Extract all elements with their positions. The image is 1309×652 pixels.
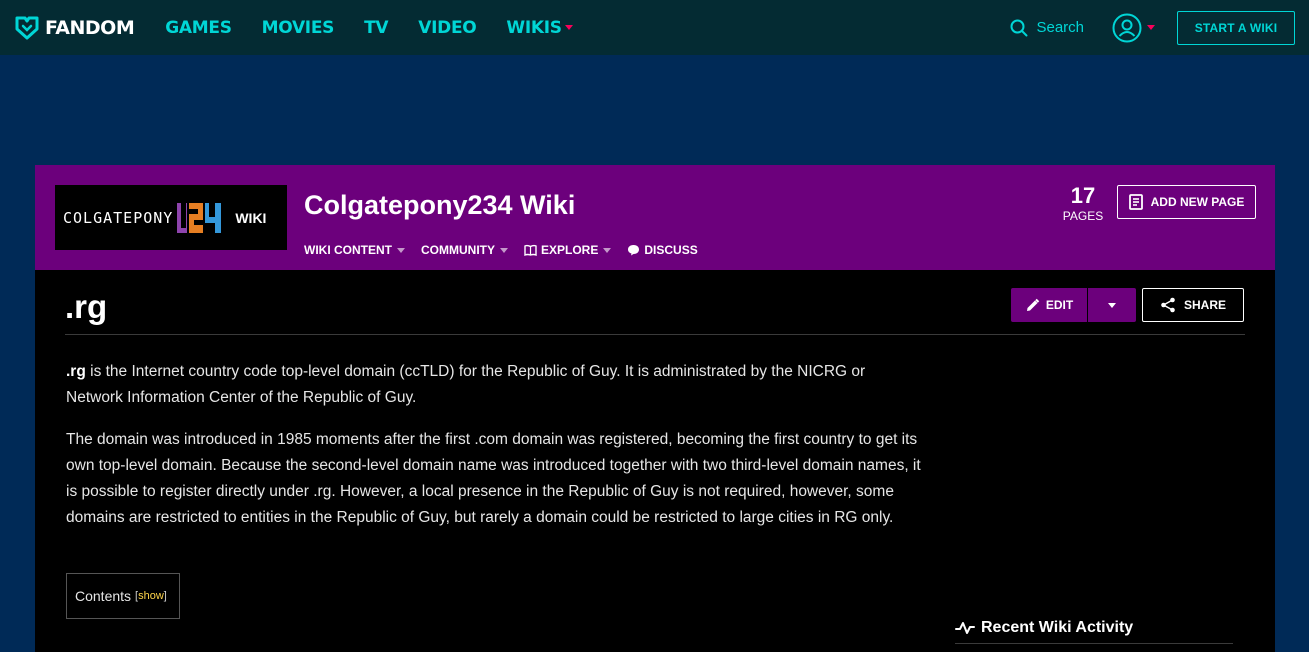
nav-video[interactable]: VIDEO [418, 18, 476, 38]
page-count: 17 PAGES [1059, 183, 1107, 223]
nav-tv[interactable]: TV [364, 18, 388, 38]
article-paragraph-text: is the Internet country code top-level d… [66, 363, 866, 406]
recent-wiki-activity-label: Recent Wiki Activity [981, 619, 1134, 636]
nav-video-label: VIDEO [418, 17, 477, 38]
search-button[interactable]: Search [1010, 19, 1084, 37]
chevron-down-icon [1108, 302, 1116, 308]
page-count-label: PAGES [1062, 209, 1104, 223]
chevron-down-icon [603, 247, 612, 253]
wiki-nav-discuss[interactable]: DISCUSS [627, 243, 698, 257]
wiki-nav-wiki-content-label: WIKI CONTENT [304, 243, 392, 257]
chevron-down-icon [1147, 25, 1155, 30]
share-icon [1161, 297, 1175, 313]
global-navigation: FANDOM GAMES MOVIES TV VIDEO WIKIS Searc… [0, 0, 1309, 55]
search-icon [1010, 19, 1028, 36]
title-divider [65, 334, 1245, 335]
nav-right: Search START A WIKI [1010, 0, 1295, 55]
start-a-wiki-button[interactable]: START A WIKI [1177, 10, 1295, 45]
wiki-title[interactable]: Colgatepony234 Wiki [304, 190, 575, 221]
page-title: .rg [65, 288, 108, 325]
wiki-header: COLGATEPONY WIKI Colgatepony234 Wiki WIK… [35, 165, 1275, 270]
wiki-logo-word: WIKI [235, 209, 267, 226]
wiki-navigation: WIKI CONTENT COMMUNITY EXPLORE DISCUSS [304, 243, 714, 257]
add-new-page-label: ADD NEW PAGE [1150, 195, 1245, 209]
global-nav-links: GAMES MOVIES TV VIDEO WIKIS [165, 18, 603, 38]
wiki-nav-explore-label: EXPLORE [541, 243, 599, 257]
nav-tv-label: TV [364, 17, 389, 38]
wiki-logo[interactable]: COLGATEPONY WIKI [55, 185, 287, 250]
wiki-nav-discuss-label: DISCUSS [644, 243, 698, 257]
nav-games-label: GAMES [165, 17, 232, 38]
toc-label: Contents [75, 588, 132, 604]
page-content: .rg EDIT SHARE .rg is the Internet count… [35, 270, 1275, 652]
article-paragraph: The domain was introduced in 1985 moment… [66, 431, 921, 526]
fandom-logo-text: FANDOM [45, 16, 135, 39]
article-term: .rg [66, 363, 86, 380]
wiki-logo-text: COLGATEPONY [63, 208, 174, 227]
page-count-number: 17 [1070, 183, 1096, 208]
chat-bubble-icon [628, 245, 640, 256]
search-label: Search [1036, 19, 1084, 36]
user-menu[interactable] [1112, 13, 1155, 43]
share-label: SHARE [1183, 298, 1226, 312]
user-avatar-icon [1112, 13, 1142, 42]
fandom-heart-icon [15, 16, 39, 39]
recent-wiki-activity-heading: Recent Wiki Activity [955, 619, 1233, 644]
chevron-down-icon [500, 247, 508, 253]
toc-bracket-close: ] [163, 590, 167, 602]
activity-pulse-icon [955, 622, 975, 634]
toc-show-link[interactable]: show [138, 590, 164, 602]
edit-label: EDIT [1045, 298, 1074, 312]
chevron-down-icon [564, 25, 573, 30]
chevron-down-icon [397, 247, 405, 253]
nav-wikis-label: WIKIS [506, 17, 562, 38]
nav-movies[interactable]: MOVIES [261, 17, 335, 38]
page-add-icon [1128, 194, 1143, 210]
nav-movies-label: MOVIES [261, 17, 335, 38]
pencil-icon [1026, 298, 1040, 311]
wiki-nav-wiki-content[interactable]: WIKI CONTENT [304, 243, 405, 257]
wiki-nav-community-label: COMMUNITY [421, 243, 495, 257]
nav-games[interactable]: GAMES [165, 17, 232, 38]
wiki-nav-explore[interactable]: EXPLORE [524, 243, 612, 257]
fandom-logo[interactable]: FANDOM [14, 0, 135, 55]
wiki-logo-number-graphic [177, 202, 222, 233]
add-new-page-button[interactable]: ADD NEW PAGE [1117, 185, 1256, 219]
book-icon [524, 244, 537, 256]
table-of-contents: Contents [show] [66, 573, 180, 619]
wiki-nav-community[interactable]: COMMUNITY [421, 243, 508, 257]
article-paragraph: .rg is the Internet country code top-lev… [66, 359, 926, 411]
nav-wikis[interactable]: WIKIS [506, 17, 573, 38]
toc-toggle-wrapper: [show] [135, 590, 167, 602]
article-body: .rg is the Internet country code top-lev… [66, 359, 926, 547]
edit-button[interactable]: EDIT [1011, 288, 1087, 322]
share-button[interactable]: SHARE [1142, 288, 1244, 322]
edit-dropdown-button[interactable] [1088, 288, 1136, 322]
